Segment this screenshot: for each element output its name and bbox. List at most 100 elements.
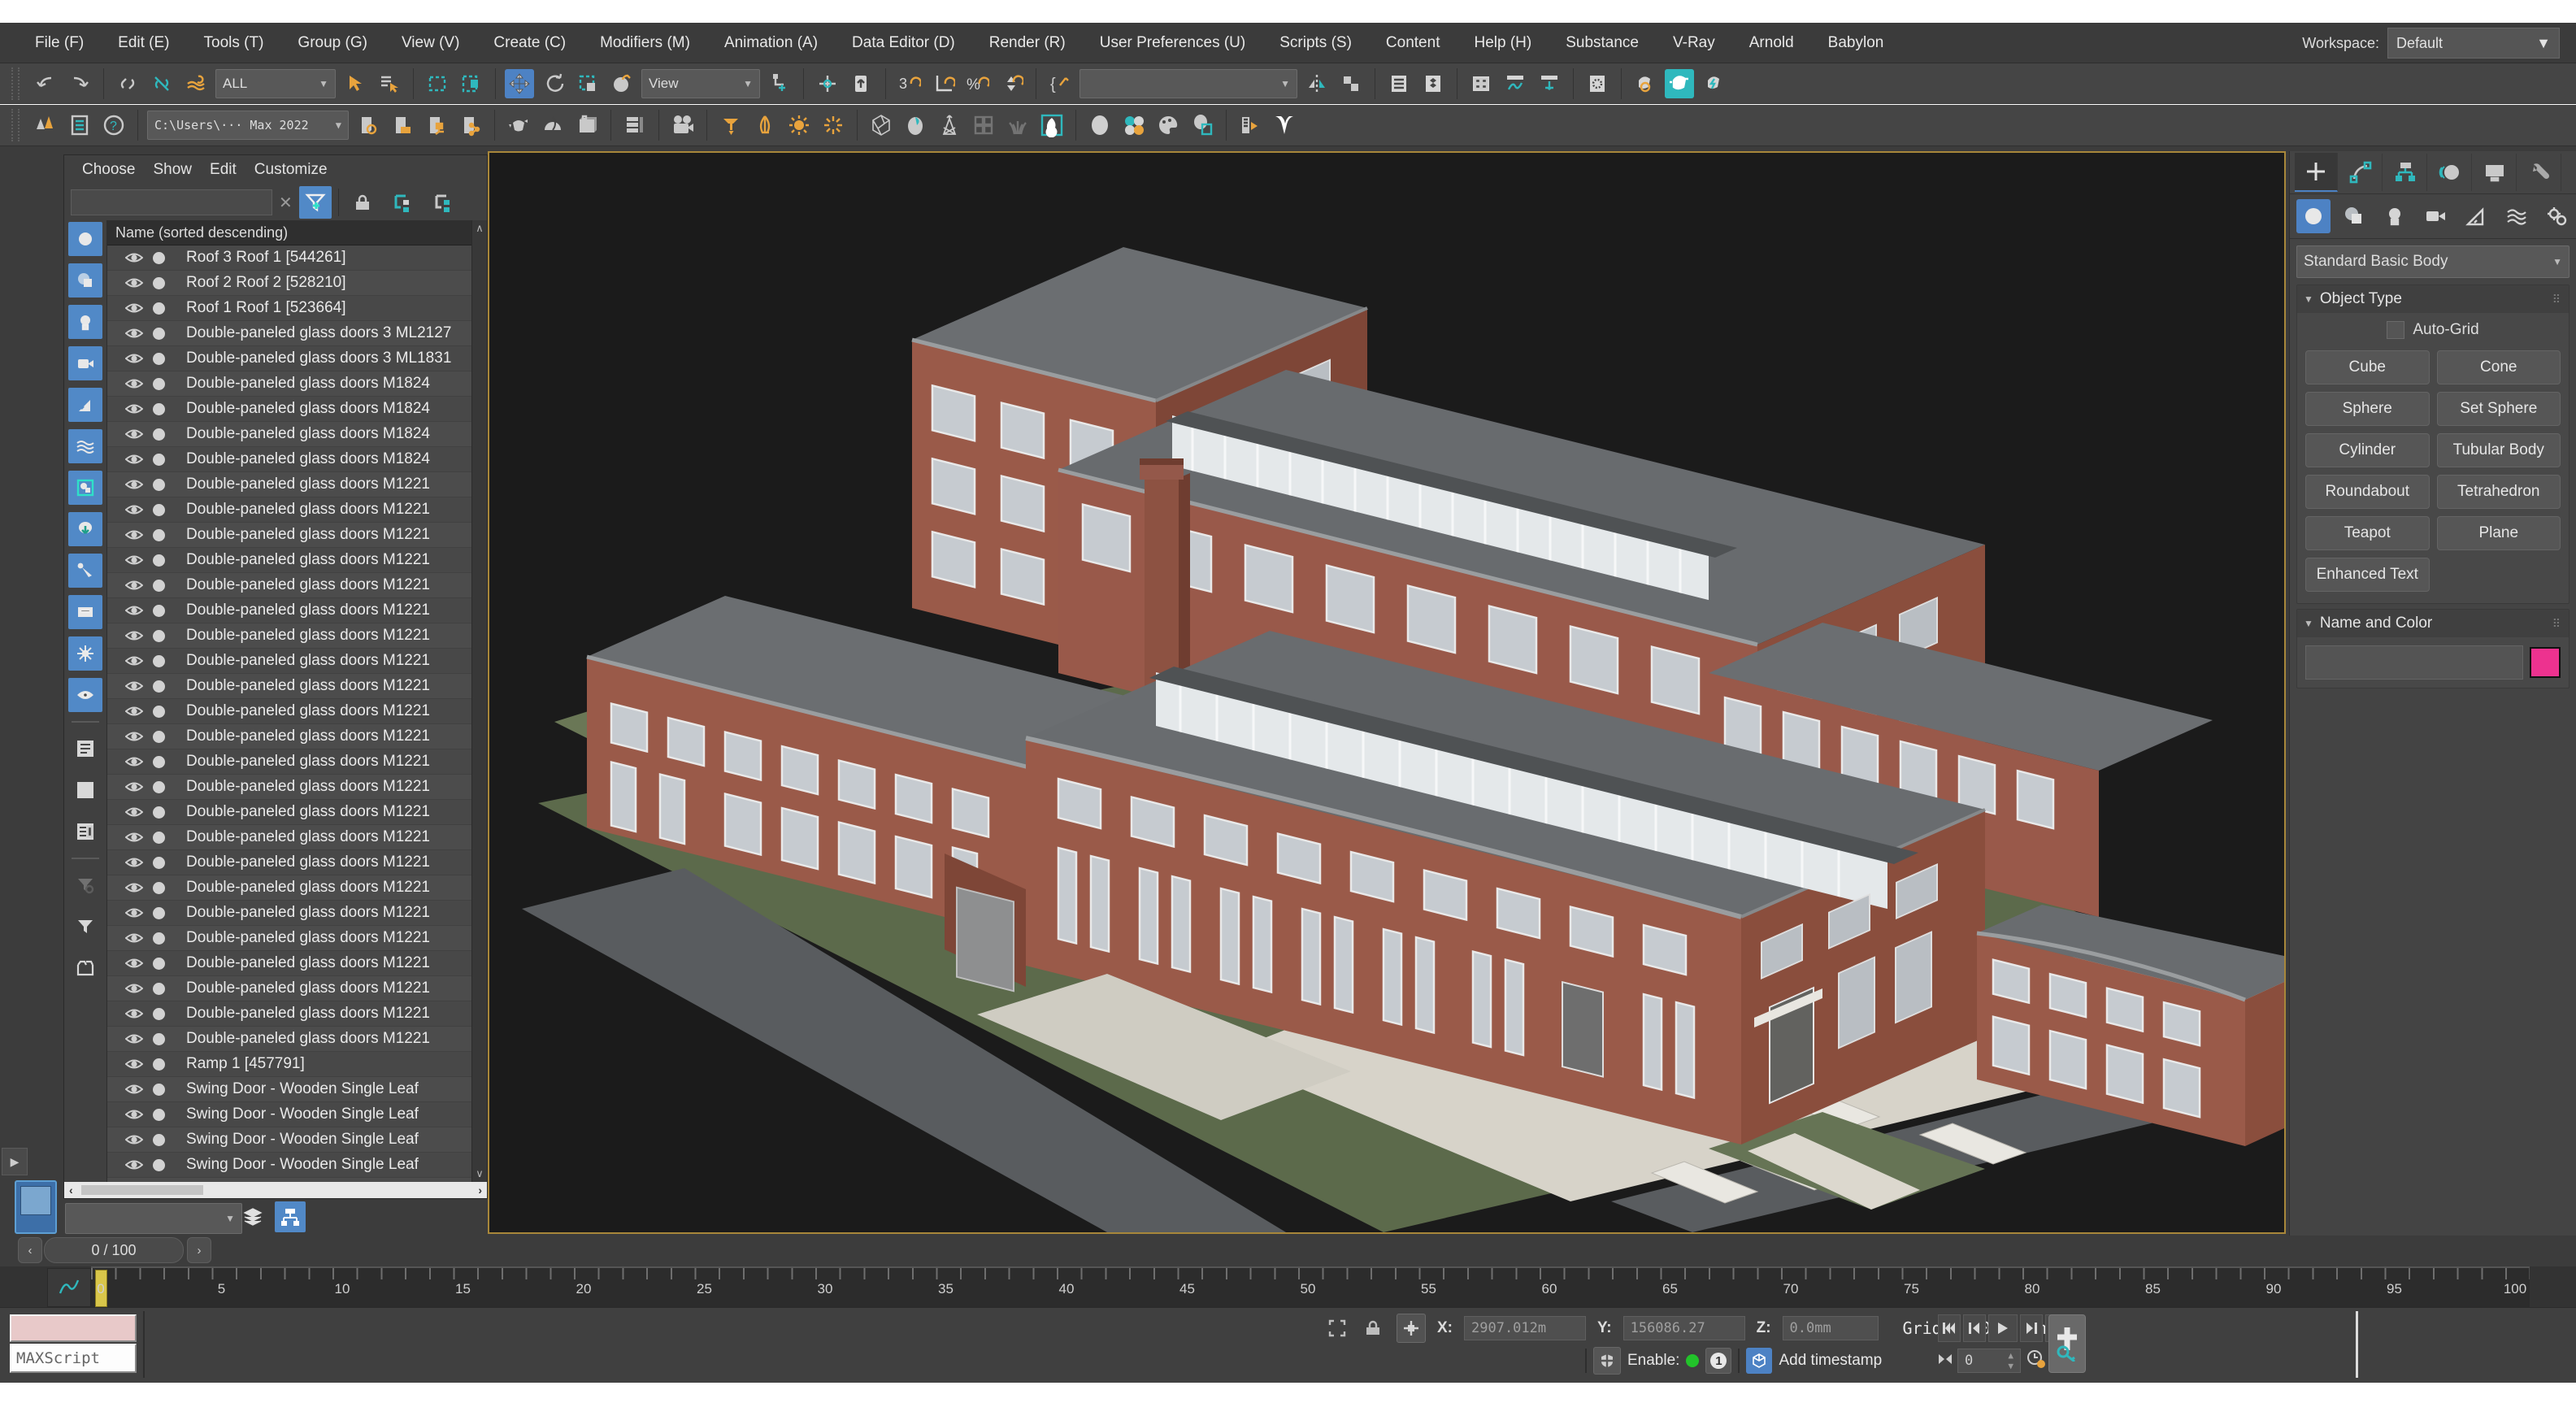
list-item[interactable]: Double-paneled glass doors M1221 (107, 875, 471, 901)
renderable-dot-icon[interactable] (153, 680, 165, 693)
lock-icon[interactable] (345, 185, 380, 219)
select-object-icon[interactable] (341, 69, 370, 98)
renderable-dot-icon[interactable] (153, 378, 165, 390)
menu-item-edit-e[interactable]: Edit (E) (101, 23, 186, 63)
list-item[interactable]: Double-paneled glass doors M1221 (107, 749, 471, 775)
renderable-dot-icon[interactable] (153, 932, 165, 945)
show-xrefs-icon[interactable] (68, 512, 102, 546)
renderable-dot-icon[interactable] (153, 353, 165, 365)
visibility-eye-icon[interactable] (125, 1058, 145, 1071)
rendered-frame-icon[interactable] (1631, 69, 1660, 98)
maxscript-input[interactable] (10, 1314, 137, 1342)
tab-motion[interactable] (2429, 154, 2472, 191)
visibility-eye-icon[interactable] (125, 705, 145, 718)
cat-cameras[interactable] (2418, 199, 2452, 233)
scroll-up-icon[interactable]: ∧ (476, 222, 484, 235)
named-sets-dropdown[interactable]: ▼ (1079, 69, 1297, 98)
ref-coord-dropdown[interactable]: View▼ (641, 69, 760, 98)
window-crossing-icon[interactable] (457, 69, 486, 98)
list-item[interactable]: Double-paneled glass doors M1824 (107, 371, 471, 397)
list-item[interactable]: Double-paneled glass doors M1221 (107, 1001, 471, 1027)
visibility-eye-icon[interactable] (125, 302, 145, 315)
renderable-dot-icon[interactable] (153, 958, 165, 970)
list-item[interactable]: Swing Door - Wooden Single Leaf (107, 1153, 471, 1178)
spinner-snap-icon[interactable] (997, 69, 1027, 98)
visibility-eye-icon[interactable] (125, 730, 145, 743)
show-bones-icon[interactable] (68, 554, 102, 588)
object-type-cube-button[interactable]: Cube (2305, 350, 2430, 384)
list-item[interactable]: Double-paneled glass doors M1221 (107, 825, 471, 850)
vray-logo-icon[interactable] (1270, 111, 1299, 140)
show-lights-icon[interactable] (68, 305, 102, 339)
explorer-hscrollbar[interactable]: ‹ › (64, 1182, 487, 1198)
asset-list-icon[interactable] (620, 111, 649, 140)
placement-icon[interactable] (607, 69, 636, 98)
renderable-dot-icon[interactable] (153, 277, 165, 289)
redo-icon[interactable] (65, 69, 94, 98)
ribbon-toggle-icon[interactable] (1466, 69, 1496, 98)
renderable-dot-icon[interactable] (153, 706, 165, 718)
list-item[interactable]: Double-paneled glass doors M1221 (107, 926, 471, 951)
mirror-icon[interactable] (1302, 69, 1331, 98)
renderable-dot-icon[interactable] (153, 832, 165, 844)
y-field[interactable]: 156086.27 (1623, 1316, 1745, 1340)
shield-icon[interactable] (1593, 1347, 1621, 1375)
list-item[interactable]: Double-paneled glass doors 3 ML2127 (107, 321, 471, 346)
timestamp-cube-icon[interactable] (1746, 1348, 1772, 1374)
link-file-icon[interactable] (422, 111, 451, 140)
list-item[interactable]: Roof 3 Roof 1 [544261] (107, 245, 471, 271)
list-item[interactable]: Double-paneled glass doors M1221 (107, 1027, 471, 1052)
object-type-cone-button[interactable]: Cone (2437, 350, 2561, 384)
list-item[interactable]: Double-paneled glass doors M1221 (107, 800, 471, 825)
sun-icon[interactable] (784, 111, 814, 140)
list-item[interactable]: Double-paneled glass doors M1221 (107, 573, 471, 598)
object-color-swatch[interactable] (2530, 647, 2561, 678)
list-item[interactable]: Double-paneled glass doors M1221 (107, 976, 471, 1001)
renderable-dot-icon[interactable] (153, 403, 165, 415)
menu-item-scripts-s[interactable]: Scripts (S) (1262, 23, 1369, 63)
renderable-dot-icon[interactable] (153, 1109, 165, 1121)
palette-icon[interactable] (1153, 111, 1183, 140)
timeline-ruler[interactable]: 0510152025303540455055606570758085909510… (91, 1266, 2530, 1309)
renderable-dot-icon[interactable] (153, 655, 165, 667)
list-item[interactable]: Double-paneled glass doors M1221 (107, 951, 471, 976)
visibility-eye-icon[interactable] (125, 831, 145, 844)
renderable-dot-icon[interactable] (153, 882, 165, 894)
show-geometry-icon[interactable] (68, 222, 102, 256)
list-item[interactable]: Double-paneled glass doors M1824 (107, 397, 471, 422)
light-free-spot-icon[interactable] (750, 111, 780, 140)
render-production-icon[interactable] (1665, 69, 1694, 98)
list-item[interactable]: Double-paneled glass doors M1221 (107, 775, 471, 800)
menu-item-group-g[interactable]: Group (G) (280, 23, 384, 63)
renderable-dot-icon[interactable] (153, 756, 165, 768)
visibility-eye-icon[interactable] (125, 932, 145, 945)
visibility-eye-icon[interactable] (125, 755, 145, 768)
renderable-dot-icon[interactable] (153, 857, 165, 869)
list-item[interactable]: Double-paneled glass doors M1221 (107, 598, 471, 623)
list-item[interactable]: Double-paneled glass doors M1824 (107, 422, 471, 447)
move-icon[interactable] (505, 69, 534, 98)
show-spacewarps-icon[interactable] (68, 429, 102, 463)
renderable-dot-icon[interactable] (153, 252, 165, 264)
hierarchy-view-icon[interactable] (275, 1201, 306, 1232)
visibility-eye-icon[interactable] (125, 528, 145, 541)
renderable-dot-icon[interactable] (153, 580, 165, 592)
tab-create[interactable] (2295, 153, 2338, 192)
help-icon[interactable]: ? (99, 111, 128, 140)
material-editor-icon[interactable] (1188, 111, 1217, 140)
folder-icon[interactable] (68, 951, 102, 985)
render-iterative-icon[interactable] (1699, 69, 1728, 98)
tab-modify[interactable] (2339, 154, 2383, 191)
physical-material-icon[interactable] (901, 111, 930, 140)
hscroll-thumb[interactable] (81, 1185, 203, 1195)
list-item[interactable]: Roof 2 Roof 2 [528210] (107, 271, 471, 296)
layers-stack-icon[interactable] (237, 1201, 268, 1232)
light-target-spot-icon[interactable] (716, 111, 745, 140)
renderable-dot-icon[interactable] (153, 454, 165, 466)
show-hidden-icon[interactable] (68, 678, 102, 712)
visibility-eye-icon[interactable] (125, 680, 145, 693)
scale-icon[interactable] (573, 69, 602, 98)
list-item[interactable]: Double-paneled glass doors M1221 (107, 497, 471, 523)
trackbar-curve-toggle[interactable] (47, 1268, 91, 1307)
perspective-viewport[interactable]: z x y (488, 151, 2286, 1234)
